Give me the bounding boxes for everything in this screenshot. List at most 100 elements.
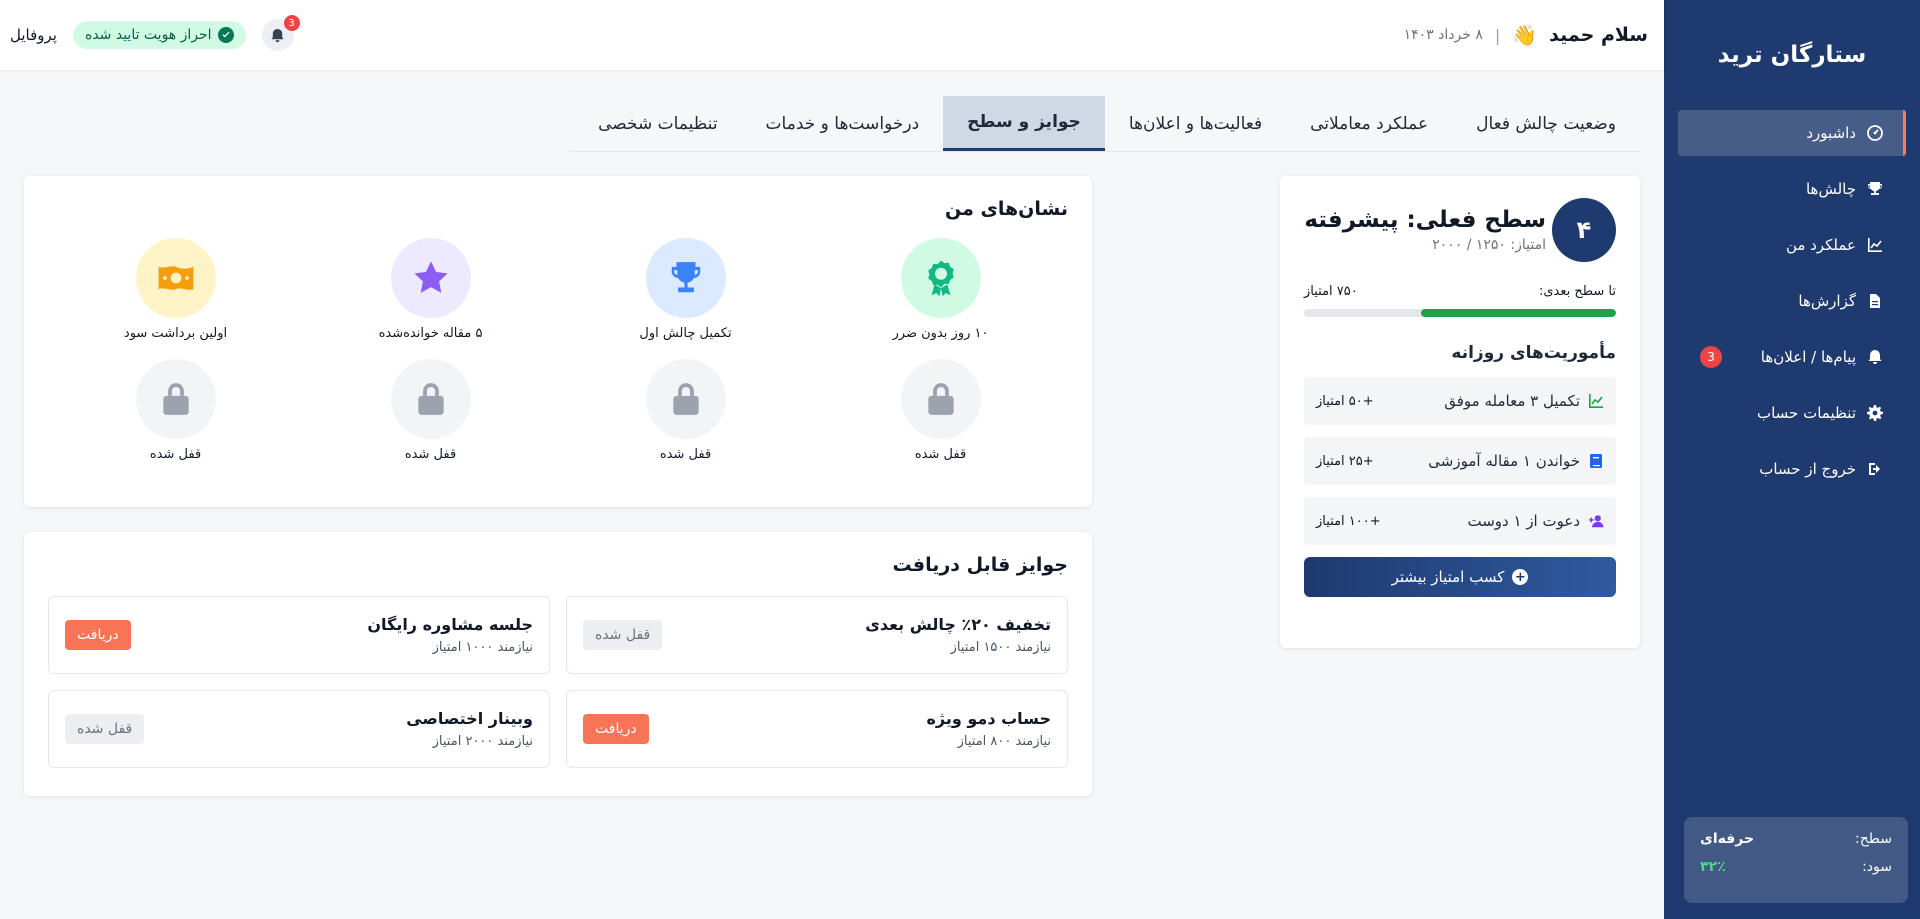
level-summary-label: سطح:: [1855, 831, 1892, 847]
badge-icon-circle: [390, 238, 471, 318]
reward-requirement: نیازمند ۲۰۰۰ امتیاز: [432, 734, 533, 749]
badge-label: ۵ مقاله خوانده‌شده: [378, 326, 483, 341]
reward-item: تخفیف ۲۰٪ چالش بعدی نیازمند ۱۵۰۰ امتیاز …: [566, 596, 1068, 674]
profit-summary-value: ۳۲٪: [1700, 859, 1726, 875]
badge-item[interactable]: ۵ مقاله خوانده‌شده: [303, 238, 558, 341]
reward-title: وبینار اختصاصی: [406, 709, 533, 728]
sidebar-item-label: چالش‌ها: [1805, 180, 1856, 198]
bell-icon: [271, 28, 284, 42]
star-icon: [413, 261, 448, 293]
badge-label: تکمیل چالش اول: [639, 326, 732, 341]
badge-item-locked: قفل شده: [303, 359, 558, 462]
sidebar-item-dashboard[interactable]: داشبورد: [1678, 110, 1906, 156]
notification-count-badge: 3: [283, 15, 300, 31]
notifications-button[interactable]: 3: [261, 15, 300, 51]
logout-icon: [1866, 460, 1884, 478]
earn-more-points-button[interactable]: + کسب امتیاز بیشتر: [1304, 557, 1616, 597]
my-badges-card: نشان‌های من ۱۰ روز بدون ضرر تکمیل چالش ا…: [24, 176, 1092, 507]
tab-bar: وضعیت چالش فعال عملکرد معاملاتی فعالیت‌ه…: [570, 96, 1640, 152]
badge-item[interactable]: ۱۰ روز بدون ضرر: [813, 238, 1068, 341]
badge-label: قفل شده: [149, 447, 202, 462]
tab-requests-services[interactable]: درخواست‌ها و خدمات: [742, 96, 944, 151]
mission-item: تکمیل ۳ معامله موفق +۵۰ امتیاز: [1304, 377, 1616, 425]
level-summary-value: حرفه‌ای: [1700, 831, 1755, 847]
sidebar-item-label: تنظیمات حساب: [1756, 404, 1856, 422]
reward-title: حساب دمو ویژه: [926, 709, 1051, 728]
trophy-icon: [1866, 180, 1884, 198]
badge-icon-circle: [135, 359, 216, 439]
badge-label: ۱۰ روز بدون ضرر: [892, 326, 989, 341]
trophy-icon: [671, 262, 700, 293]
tab-rewards-level[interactable]: جوایز و سطح: [943, 96, 1105, 151]
mission-item: دعوت از ۱ دوست +۱۰۰ امتیاز: [1304, 497, 1616, 545]
available-rewards-card: جوایز قابل دریافت تخفیف ۲۰٪ چالش بعدی نی…: [24, 532, 1092, 796]
mission-item: خواندن ۱ مقاله آموزشی +۲۵ امتیاز: [1304, 437, 1616, 485]
next-level-label: تا سطح بعدی:: [1538, 284, 1616, 299]
reward-locked-button: قفل شده: [65, 714, 145, 744]
wave-hand-icon: 👋: [1512, 23, 1538, 47]
sidebar-item-account-settings[interactable]: تنظیمات حساب: [1678, 390, 1906, 436]
greeting-separator: |: [1494, 25, 1501, 45]
reward-claim-button[interactable]: دریافت: [65, 620, 131, 650]
sidebar-item-reports[interactable]: گزارش‌ها: [1678, 278, 1906, 324]
profit-summary-label: سود:: [1862, 859, 1892, 875]
badge-label: قفل شده: [404, 447, 457, 462]
badge-item[interactable]: تکمیل چالش اول: [558, 238, 813, 341]
sidebar-item-messages[interactable]: پیام‌ها / اعلان‌ها 3: [1678, 334, 1906, 380]
gear-icon: [1866, 404, 1884, 422]
mission-points: +۲۵ امتیاز: [1316, 453, 1374, 469]
chart-line-icon: [1866, 236, 1884, 254]
reward-claim-button[interactable]: دریافت: [583, 714, 649, 744]
sidebar-item-logout[interactable]: خروج از حساب: [1678, 446, 1906, 492]
reward-item: حساب دمو ویژه نیازمند ۸۰۰ امتیاز دریافت: [566, 690, 1068, 768]
lock-icon: [417, 383, 444, 415]
level-progress-fill: [1421, 309, 1616, 317]
greeting: سلام حمید 👋 | ۸ خرداد ۱۴۰۳: [1404, 23, 1648, 47]
profile-link[interactable]: پروفایل: [10, 26, 57, 44]
badge-item-locked: قفل شده: [813, 359, 1068, 462]
reward-item: جلسه مشاوره رایگان نیازمند ۱۰۰۰ امتیاز د…: [48, 596, 550, 674]
reward-locked-button: قفل شده: [583, 620, 663, 650]
mission-label: خواندن ۱ مقاله آموزشی: [1428, 452, 1580, 470]
tab-active-challenge-status[interactable]: وضعیت چالش فعال: [1452, 96, 1640, 151]
badge-icon-circle: [390, 359, 471, 439]
badge-label: اولین برداشت سود: [123, 326, 228, 341]
book-icon: [1590, 454, 1602, 468]
badge-icon-circle: [645, 359, 726, 439]
sidebar: ستارگان ترید داشبورد چالش‌ها عملکرد من گ…: [1664, 0, 1920, 919]
top-header: سلام حمید 👋 | ۸ خرداد ۱۴۰۳ 3 احراز هویت …: [0, 0, 1664, 70]
mission-points: +۱۰۰ امتیاز: [1316, 513, 1381, 529]
sidebar-item-performance[interactable]: عملکرد من: [1678, 222, 1906, 268]
check-circle-icon: [217, 27, 234, 43]
daily-missions-title: مأموریت‌های روزانه: [1451, 343, 1616, 363]
brand-logo-text[interactable]: ستارگان ترید: [1664, 0, 1920, 110]
sidebar-item-label: عملکرد من: [1785, 236, 1856, 254]
mission-points: +۵۰ امتیاز: [1316, 393, 1374, 409]
current-level-title: سطح فعلی: پیشرفته: [1304, 207, 1546, 233]
next-level-value: ۷۵۰ امتیاز: [1304, 284, 1358, 299]
mission-label: دعوت از ۱ دوست: [1467, 512, 1580, 530]
reward-grid: تخفیف ۲۰٪ چالش بعدی نیازمند ۱۵۰۰ امتیاز …: [48, 596, 1068, 768]
current-date: ۸ خرداد ۱۴۰۳: [1403, 27, 1483, 43]
money-icon: [158, 266, 193, 290]
tab-personal-settings[interactable]: تنظیمات شخصی: [574, 96, 741, 151]
user-plus-icon: [1588, 515, 1604, 528]
badge-icon-circle: [900, 359, 981, 439]
tab-trading-performance[interactable]: عملکرد معاملاتی: [1286, 96, 1452, 151]
tab-activities-notifications[interactable]: فعالیت‌ها و اعلان‌ها: [1105, 96, 1286, 151]
bell-icon: [1866, 348, 1884, 366]
user-level-summary: سطح: حرفه‌ای سود: ۳۲٪: [1684, 817, 1908, 903]
sidebar-item-label: پیام‌ها / اعلان‌ها: [1760, 348, 1856, 366]
verified-status-label: احراز هویت تایید شده: [84, 27, 212, 43]
sidebar-item-label: داشبورد: [1806, 124, 1856, 142]
messages-count-badge: 3: [1700, 346, 1722, 368]
header-actions: 3 احراز هویت تایید شده پروفایل: [10, 15, 300, 51]
earn-more-points-label: کسب امتیاز بیشتر: [1391, 568, 1505, 586]
lock-icon: [927, 383, 954, 415]
badge-item[interactable]: اولین برداشت سود: [48, 238, 303, 341]
reward-requirement: نیازمند ۸۰۰ امتیاز: [957, 734, 1051, 749]
badge-grid: ۱۰ روز بدون ضرر تکمیل چالش اول ۵ مقاله خ…: [48, 238, 1068, 462]
chart-line-icon: [1589, 394, 1603, 408]
sidebar-item-challenges[interactable]: چالش‌ها: [1678, 166, 1906, 212]
plus-circle-icon: +: [1512, 569, 1529, 585]
